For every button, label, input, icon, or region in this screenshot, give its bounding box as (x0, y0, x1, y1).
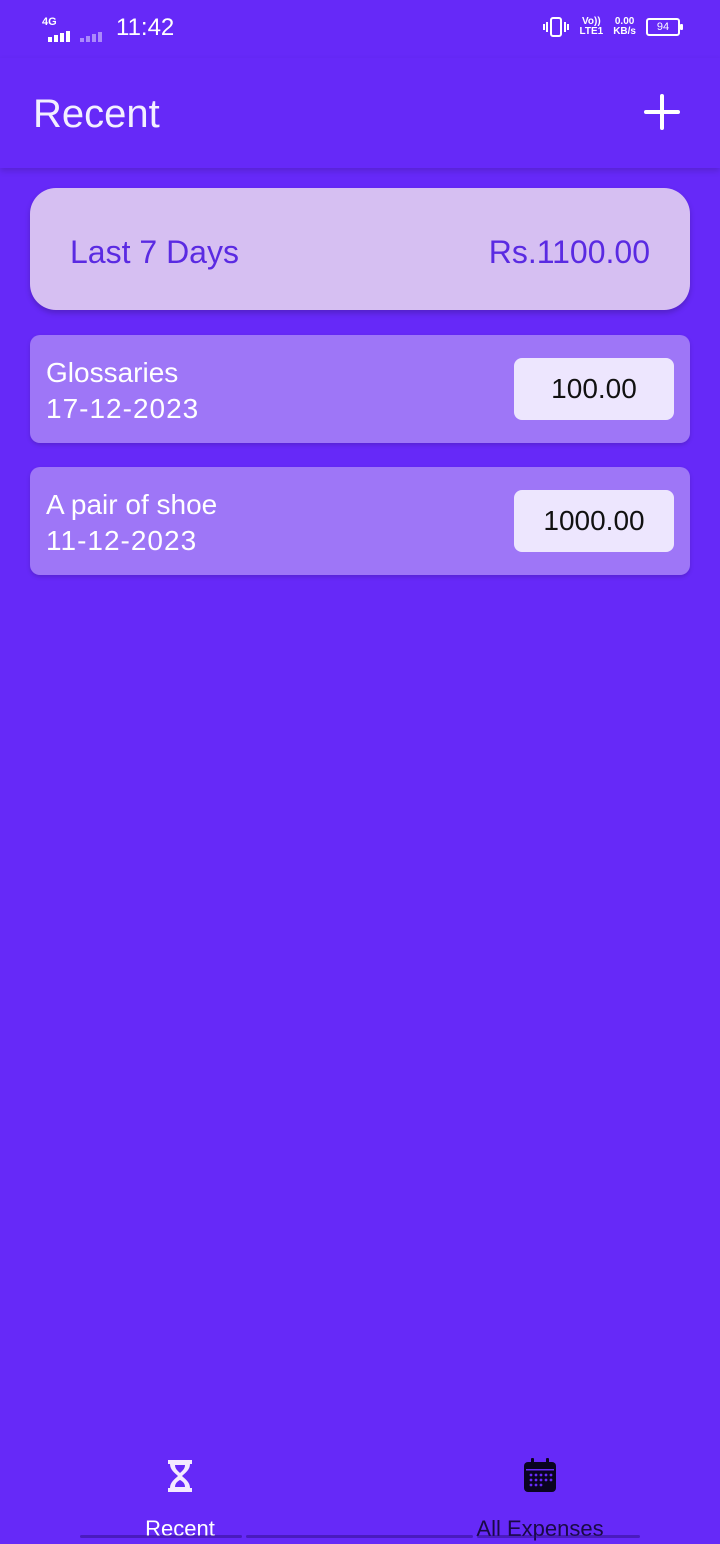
expense-amount: 1000.00 (514, 490, 674, 552)
page-title: Recent (33, 92, 160, 136)
battery-icon: 94 (646, 18, 683, 36)
add-expense-button[interactable] (640, 90, 684, 134)
expense-title: A pair of shoe (46, 489, 218, 520)
expense-amount: 100.00 (514, 358, 674, 420)
speed-unit: KB/s (613, 26, 636, 37)
plus-icon (644, 94, 680, 130)
calendar-icon (524, 1458, 556, 1492)
network-type-label: 4G (42, 16, 57, 28)
hourglass-icon (168, 1460, 192, 1492)
summary-label: Last 7 Days (70, 234, 239, 270)
volte-indicator: Vo)) LTE1 (579, 17, 603, 37)
nav-divider (80, 1535, 242, 1538)
expense-list-item[interactable]: A pair of shoe 11-12-2023 1000.00 (30, 467, 690, 575)
nav-tab-all-expenses[interactable]: All Expenses (420, 1454, 660, 1541)
weekly-summary-card: Last 7 Days Rs.1100.00 (30, 188, 690, 310)
expense-title: Glossaries (46, 357, 179, 388)
nav-label-all-expenses: All Expenses (476, 1516, 604, 1541)
nav-divider (246, 1535, 473, 1538)
signal-strength-sim2-icon (80, 24, 102, 42)
expense-date: 11-12-2023 (46, 525, 198, 556)
network-speed: 0.00 KB/s (613, 17, 636, 37)
nav-tab-recent[interactable]: Recent (60, 1454, 300, 1541)
lte-label: LTE1 (579, 26, 604, 37)
status-left: 4G 11:42 (42, 14, 174, 42)
status-right: Vo)) LTE1 0.00 KB/s 94 (543, 16, 683, 38)
clock: 11:42 (116, 14, 175, 41)
nav-divider (477, 1535, 640, 1538)
expense-date: 17-12-2023 (46, 393, 200, 424)
status-bar: 4G 11:42 Vo)) LTE1 0.00 KB/s 94 (0, 0, 720, 58)
app-bar: Recent (0, 58, 720, 168)
vibrate-icon (543, 17, 570, 37)
nav-label-recent: Recent (145, 1516, 215, 1541)
expense-list-item[interactable]: Glossaries 17-12-2023 100.00 (30, 335, 690, 443)
summary-total: Rs.1100.00 (488, 234, 650, 270)
bottom-navigation: Recent All Expenses (0, 1444, 720, 1544)
